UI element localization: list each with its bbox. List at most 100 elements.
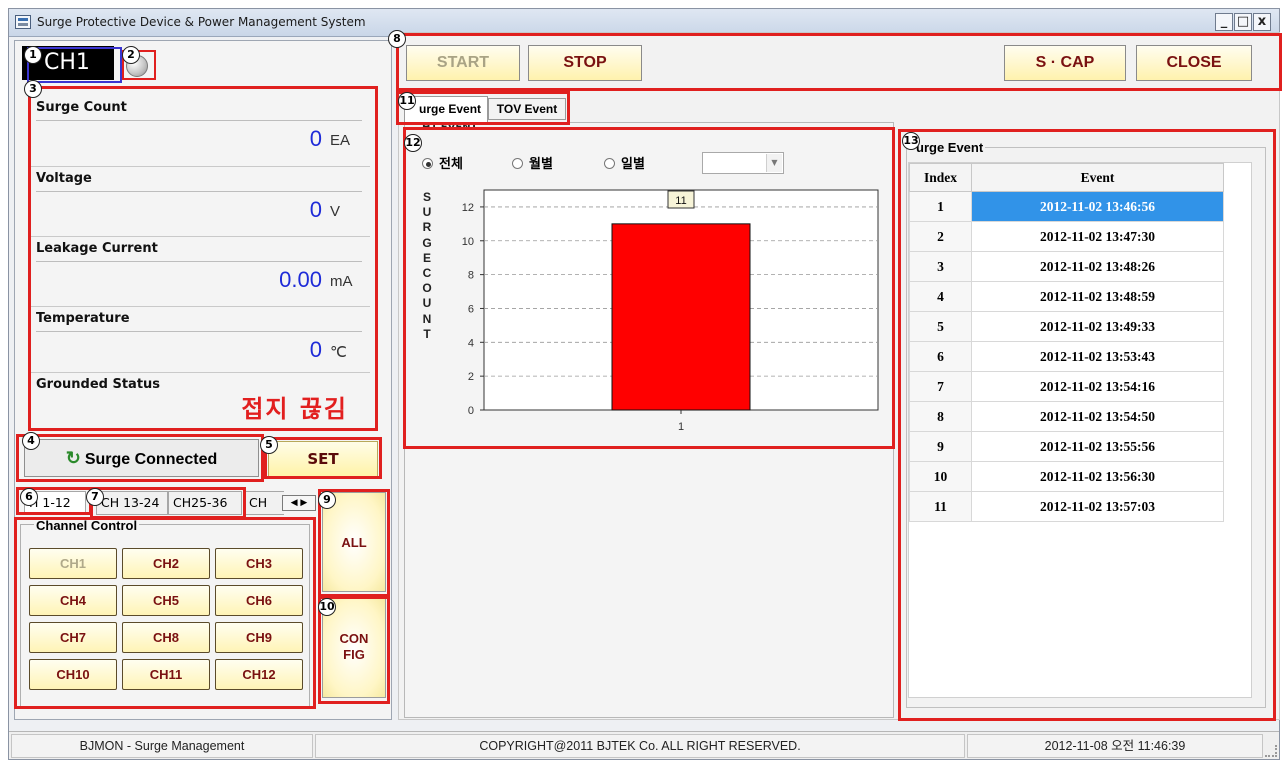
grounded-status-label: Grounded Status bbox=[36, 377, 161, 392]
table-row[interactable]: 5 2012-11-02 13:49:33 bbox=[909, 311, 1224, 342]
event-time-cell: 2012-11-02 13:57:03 bbox=[971, 491, 1224, 522]
stop-button[interactable]: STOP bbox=[528, 45, 642, 81]
marker-6: 6 bbox=[20, 488, 38, 506]
event-index-cell: 11 bbox=[909, 491, 972, 522]
maximize-button[interactable]: □ bbox=[1234, 13, 1252, 31]
voltage-label: Voltage bbox=[36, 171, 92, 186]
table-row[interactable]: 1 2012-11-02 13:46:56 bbox=[909, 191, 1224, 222]
scap-button[interactable]: S · CAP bbox=[1004, 45, 1126, 81]
ch5-button[interactable]: CH5 bbox=[122, 585, 210, 616]
temperature-value: 0 bbox=[309, 337, 322, 362]
ch1-button[interactable]: CH1 bbox=[29, 548, 117, 579]
marker-7: 7 bbox=[86, 488, 104, 506]
leakage-current-value: 0.00 bbox=[279, 267, 322, 292]
ch6-button[interactable]: CH6 bbox=[215, 585, 303, 616]
table-row[interactable]: 3 2012-11-02 13:48:26 bbox=[909, 251, 1224, 282]
close-window-button[interactable]: x bbox=[1253, 13, 1271, 31]
tab-ch-25-36[interactable]: CH25-36 bbox=[168, 491, 242, 515]
radio-selected-icon bbox=[422, 158, 433, 169]
event-index-cell: 2 bbox=[909, 221, 972, 252]
data-label: 11 bbox=[675, 195, 686, 207]
grounded-status-box: Grounded Status 접지 끊김 bbox=[30, 372, 370, 428]
event-index-cell: 3 bbox=[909, 251, 972, 282]
tab-scroll-arrows[interactable]: ◀ ▶ bbox=[282, 495, 316, 511]
surge-count-value: 0 bbox=[309, 126, 322, 151]
event-time-cell: 2012-11-02 13:53:43 bbox=[971, 341, 1224, 372]
channel-control-title: Channel Control bbox=[34, 518, 140, 533]
column-header-event[interactable]: Event bbox=[971, 163, 1224, 192]
radio-monthly[interactable]: 월별 bbox=[512, 153, 553, 172]
x-tick-label: 1 bbox=[678, 421, 684, 433]
marker-5: 5 bbox=[260, 436, 278, 454]
voltage-value: 0 bbox=[309, 197, 322, 222]
config-button-line2: FIG bbox=[343, 647, 365, 662]
table-row[interactable]: 11 2012-11-02 13:57:03 bbox=[909, 491, 1224, 522]
connection-status-text: Surge Connected bbox=[84, 451, 218, 468]
event-index-cell: 8 bbox=[909, 401, 972, 432]
event-time-cell: 2012-11-02 13:49:33 bbox=[971, 311, 1224, 342]
event-time-cell: 2012-11-02 13:48:59 bbox=[971, 281, 1224, 312]
table-row[interactable]: 7 2012-11-02 13:54:16 bbox=[909, 371, 1224, 402]
status-app-name: BJMON - Surge Management bbox=[11, 734, 313, 758]
marker-3: 3 bbox=[24, 80, 42, 98]
table-row[interactable]: 8 2012-11-02 13:54:50 bbox=[909, 401, 1224, 432]
event-time-cell: 2012-11-02 13:46:56 bbox=[971, 191, 1224, 222]
start-button[interactable]: START bbox=[406, 45, 520, 81]
event-index-cell: 9 bbox=[909, 431, 972, 462]
tab-tov-event[interactable]: TOV Event bbox=[488, 98, 566, 120]
y-tick-label: 2 bbox=[468, 371, 474, 383]
ch7-button[interactable]: CH7 bbox=[29, 622, 117, 653]
leakage-current-label: Leakage Current bbox=[36, 241, 158, 256]
ch9-button[interactable]: CH9 bbox=[215, 622, 303, 653]
chart-bar bbox=[611, 223, 751, 411]
radio-unselected-icon bbox=[512, 158, 523, 169]
resize-grip[interactable] bbox=[1265, 745, 1277, 757]
tab-surge-event[interactable]: urge Event bbox=[404, 96, 488, 122]
tab-ch-more[interactable]: CH bbox=[244, 491, 284, 515]
table-row[interactable]: 10 2012-11-02 13:56:30 bbox=[909, 461, 1224, 492]
column-header-index[interactable]: Index bbox=[909, 163, 972, 192]
period-select[interactable]: ▼ bbox=[702, 152, 784, 174]
surge-count-unit: EA bbox=[330, 132, 351, 149]
marker-11: 11 bbox=[398, 92, 416, 110]
ch2-button[interactable]: CH2 bbox=[122, 548, 210, 579]
ch4-button[interactable]: CH4 bbox=[29, 585, 117, 616]
event-index-cell: 6 bbox=[909, 341, 972, 372]
temperature-unit: ℃ bbox=[330, 344, 347, 361]
table-row[interactable]: 9 2012-11-02 13:55:56 bbox=[909, 431, 1224, 462]
y-tick-label: 6 bbox=[468, 303, 474, 315]
close-button[interactable]: CLOSE bbox=[1136, 45, 1252, 81]
tab-ch-13-24[interactable]: CH 13-24 bbox=[96, 491, 168, 515]
leakage-current-box: Leakage Current 0.00 mA bbox=[30, 236, 370, 306]
radio-daily[interactable]: 일별 bbox=[604, 153, 645, 172]
y-tick-label: 4 bbox=[468, 337, 474, 349]
event-list-title: urge Event bbox=[914, 140, 986, 155]
radio-all[interactable]: 전체 bbox=[422, 153, 463, 172]
ch11-button[interactable]: CH11 bbox=[122, 659, 210, 690]
event-time-cell: 2012-11-02 13:47:30 bbox=[971, 221, 1224, 252]
table-row[interactable]: 6 2012-11-02 13:53:43 bbox=[909, 341, 1224, 372]
chevron-down-icon: ▼ bbox=[766, 154, 782, 172]
marker-4: 4 bbox=[22, 432, 40, 450]
temperature-label: Temperature bbox=[36, 311, 130, 326]
ch3-button[interactable]: CH3 bbox=[215, 548, 303, 579]
chart-group-title: H1 EVENT bbox=[422, 122, 478, 133]
voltage-unit: V bbox=[330, 203, 341, 220]
surge-count-chart: 024681012111 bbox=[462, 189, 879, 433]
voltage-box: Voltage 0 V bbox=[30, 166, 370, 236]
event-time-cell: 2012-11-02 13:56:30 bbox=[971, 461, 1224, 492]
event-table-container: Index Event 1 2012-11-02 13:46:56 2 2012-11… bbox=[908, 162, 1252, 698]
table-row[interactable]: 4 2012-11-02 13:48:59 bbox=[909, 281, 1224, 312]
set-button[interactable]: SET bbox=[268, 441, 378, 477]
minimize-button[interactable]: _ bbox=[1215, 13, 1233, 31]
window-title: Surge Protective Device & Power Manageme… bbox=[37, 15, 366, 29]
table-row[interactable]: 2 2012-11-02 13:47:30 bbox=[909, 221, 1224, 252]
ch8-button[interactable]: CH8 bbox=[122, 622, 210, 653]
ch12-button[interactable]: CH12 bbox=[215, 659, 303, 690]
app-icon bbox=[15, 15, 31, 29]
marker-10: 10 bbox=[318, 598, 336, 616]
marker-2: 2 bbox=[122, 46, 140, 64]
ch10-button[interactable]: CH10 bbox=[29, 659, 117, 690]
marker-12: 12 bbox=[404, 134, 422, 152]
event-index-cell: 1 bbox=[909, 191, 972, 222]
